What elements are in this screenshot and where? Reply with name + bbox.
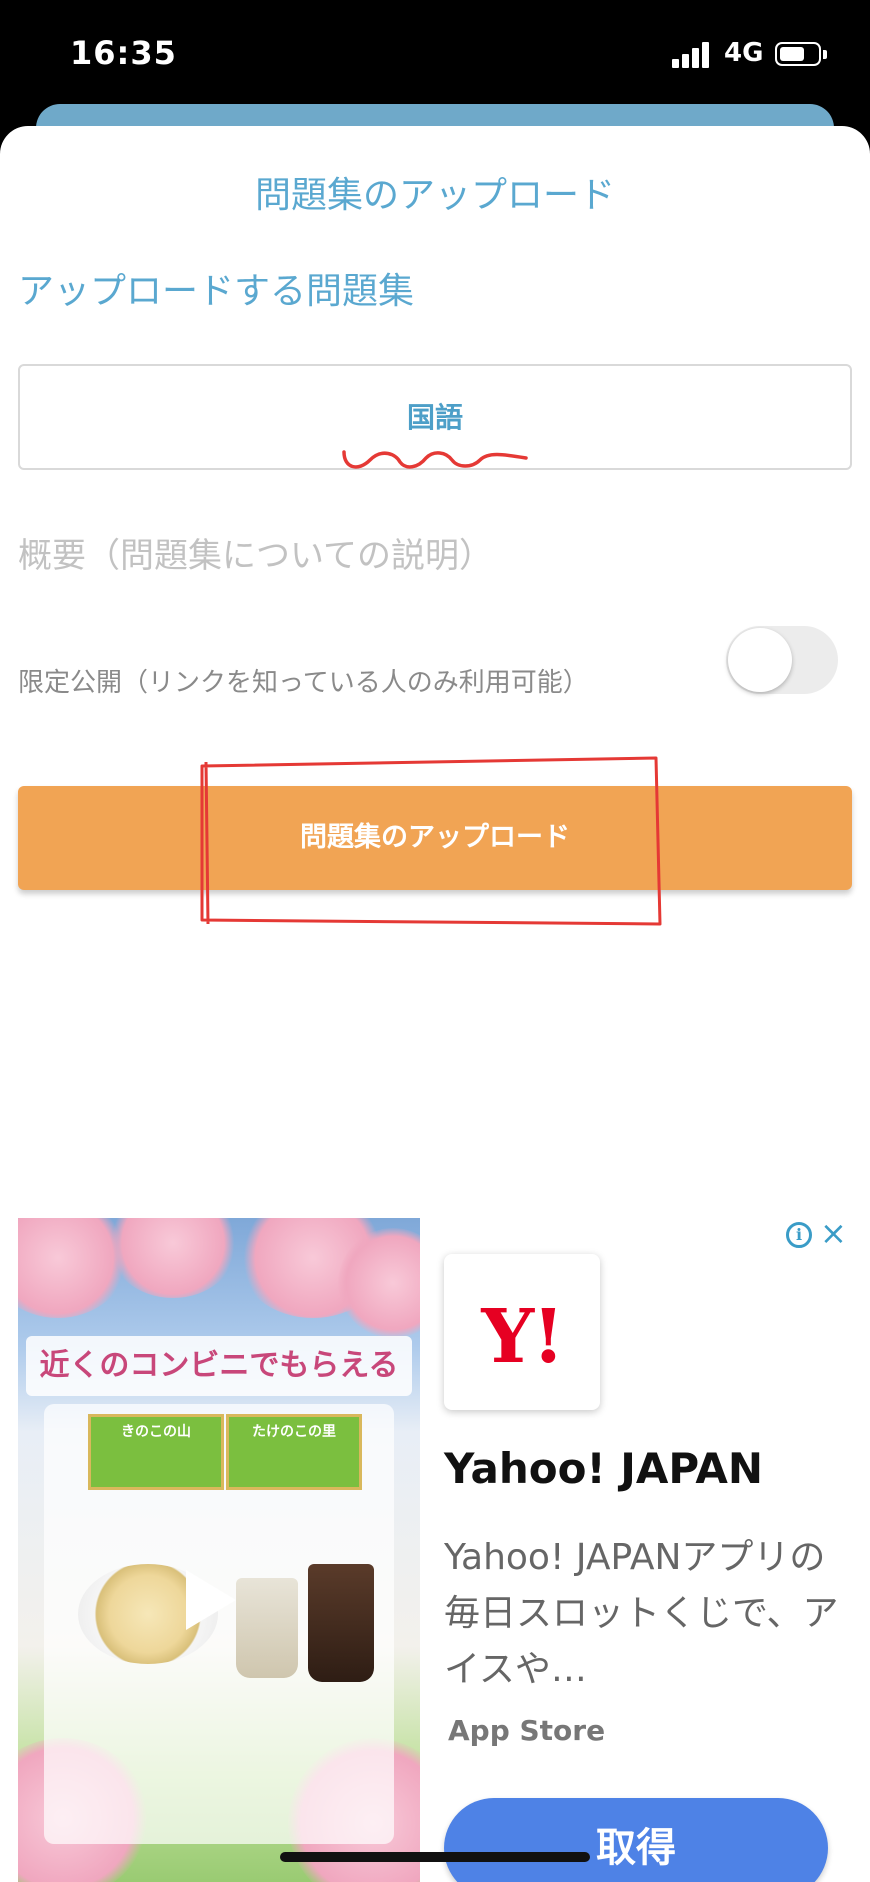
description-input[interactable] [18, 526, 852, 586]
ad-app-description: Yahoo! JAPANアプリの毎日スロットくじで、アイスや… [444, 1537, 839, 1690]
battery-tip [823, 50, 827, 59]
upload-sheet: 問題集のアップロード アップロードする問題集 国語 限定公開（リンクを知っている… [0, 126, 870, 1882]
ad-unit: 近くのコンビニでもらえる きのこの山 たけのこの里 i × Y! Yahoo! … [18, 1216, 852, 1882]
yahoo-logo: Y! [481, 1294, 564, 1380]
status-time: 16:35 [70, 34, 177, 72]
section-label: アップロードする問題集 [18, 271, 415, 312]
play-icon[interactable] [186, 1570, 236, 1630]
phone-screen: 16:35 4G 問題集のアップロード アップロードする問題集 国語 限定公開（… [0, 0, 870, 1882]
ad-app-name: Yahoo! JAPAN [444, 1444, 763, 1493]
annotation-highlight-box [200, 756, 662, 926]
ad-video-thumbnail[interactable]: 近くのコンビニでもらえる きのこの山 たけのこの里 [18, 1218, 420, 1882]
ad-info-icon[interactable]: i [786, 1222, 812, 1248]
ad-product-1: きのこの山 [88, 1414, 224, 1490]
ad-store-label: App Store [448, 1714, 606, 1747]
ad-banner-text: 近くのコンビニでもらえる [26, 1336, 412, 1396]
home-indicator[interactable] [280, 1852, 590, 1862]
limited-public-toggle[interactable] [726, 626, 838, 694]
battery-icon [775, 42, 821, 66]
problem-set-name: 国語 [406, 401, 463, 434]
ad-product-2: たけのこの里 [226, 1414, 362, 1490]
sheet-title: 問題集のアップロード [254, 175, 615, 216]
status-bar: 16:35 4G [0, 0, 870, 110]
iced-coffee-image [308, 1564, 374, 1682]
ad-close-icon[interactable]: × [820, 1216, 847, 1250]
network-type: 4G [724, 38, 764, 68]
cafe-latte-image [236, 1578, 298, 1678]
yahoo-app-icon[interactable]: Y! [444, 1254, 600, 1410]
limited-public-label: 限定公開（リンクを知っている人のみ利用可能） [18, 668, 589, 698]
annotation-underline-squiggle [342, 450, 528, 469]
signal-strength-icon [672, 42, 712, 68]
toggle-knob [728, 628, 792, 692]
get-app-button[interactable]: 取得 [444, 1798, 828, 1882]
